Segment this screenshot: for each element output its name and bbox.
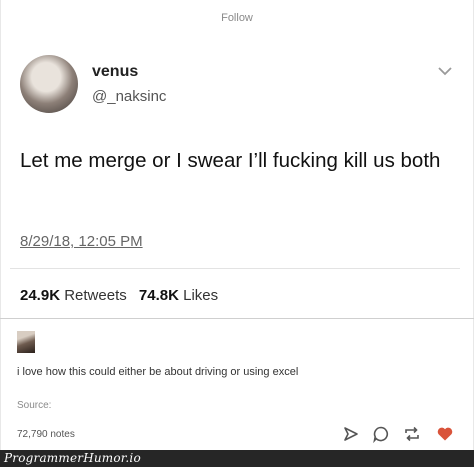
display-name[interactable]: venus: [92, 63, 138, 81]
source-link[interactable]: Source:: [17, 400, 51, 411]
tweet-timestamp[interactable]: 8/29/18, 12:05 PM: [20, 233, 143, 250]
avatar[interactable]: [20, 55, 78, 113]
likes-label[interactable]: Likes: [183, 287, 218, 304]
reblog-icon[interactable]: [402, 425, 422, 443]
comment-icon[interactable]: [372, 425, 390, 443]
post-frame-left-border: [0, 0, 1, 450]
follow-button[interactable]: Follow: [0, 12, 474, 24]
heart-icon[interactable]: [436, 425, 454, 443]
post-comment: i love how this could either be about dr…: [17, 366, 299, 378]
divider: [10, 268, 460, 269]
user-handle[interactable]: @_naksinc: [92, 88, 166, 105]
tweet-stats: 24.9K Retweets 74.8K Likes: [20, 287, 218, 304]
tweet-text: Let me merge or I swear I’ll fucking kil…: [20, 149, 441, 172]
chevron-down-icon[interactable]: [438, 66, 452, 76]
retweets-label[interactable]: Retweets: [64, 287, 127, 304]
commenter-avatar[interactable]: [17, 331, 35, 353]
notes-count[interactable]: 72,790 notes: [17, 429, 75, 440]
post-actions: [342, 424, 462, 444]
retweets-count[interactable]: 24.9K: [20, 287, 60, 304]
post-divider: [0, 318, 474, 319]
send-icon[interactable]: [342, 425, 360, 443]
watermark-bar: ProgrammerHumor.io: [0, 450, 474, 467]
watermark-text: ProgrammerHumor.io: [4, 451, 141, 465]
likes-count[interactable]: 74.8K: [139, 287, 179, 304]
